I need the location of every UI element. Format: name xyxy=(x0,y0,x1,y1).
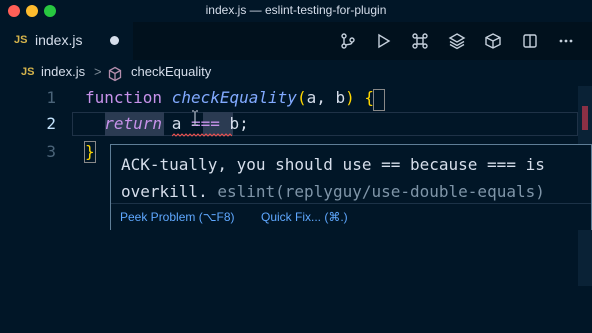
layers-icon[interactable] xyxy=(447,31,467,51)
js-file-icon: JS xyxy=(21,66,35,78)
window-title: index.js — eslint-testing-for-plugin xyxy=(205,3,387,17)
box-icon[interactable] xyxy=(483,31,503,51)
function-name: checkEquality xyxy=(171,88,297,107)
quick-fix-link[interactable]: Quick Fix... (⌘.) xyxy=(261,210,348,224)
source-control-icon[interactable] xyxy=(338,31,358,51)
code-line: function checkEquality(a, b) { xyxy=(85,86,374,110)
operand-a: a xyxy=(171,114,182,133)
bracket-match-box xyxy=(373,89,385,111)
title-bar: index.js — eslint-testing-for-plugin xyxy=(0,0,592,22)
peek-problem-link[interactable]: Peek Problem (⌥F8) xyxy=(120,210,235,224)
hover-action-bar: Peek Problem (⌥F8) Quick Fix... (⌘.) xyxy=(111,203,591,230)
keyword-function: function xyxy=(85,88,163,107)
breadcrumb: JS index.js > checkEquality xyxy=(0,60,592,86)
params: a, b xyxy=(306,88,346,107)
scrollbar-error-marker xyxy=(582,106,588,130)
unsaved-dot-icon[interactable] xyxy=(110,36,119,45)
breadcrumb-symbol[interactable]: checkEquality xyxy=(131,64,211,79)
split-editor-icon[interactable] xyxy=(520,31,540,51)
tab-bar: JS index.js xyxy=(0,22,592,60)
run-icon[interactable] xyxy=(373,31,393,51)
keyword-return: return xyxy=(104,114,163,133)
error-squiggle xyxy=(172,133,232,137)
line-number: 2 xyxy=(46,114,56,133)
tab-index-js[interactable]: JS index.js xyxy=(0,22,133,60)
breadcrumb-separator: > xyxy=(94,64,102,79)
js-file-icon: JS xyxy=(14,34,28,46)
bracket-match-box xyxy=(84,141,96,163)
close-paren: ) xyxy=(345,88,355,107)
hover-message: ACK-tually, you should use == because ==… xyxy=(121,151,591,205)
hover-rule-id[interactable]: eslint(replyguy/use-double-equals) xyxy=(217,182,545,201)
hover-message-line2: overkill. xyxy=(121,182,208,201)
hover-message-line1: ACK-tually, you should use == because ==… xyxy=(121,155,545,174)
tab-label: index.js xyxy=(35,32,83,48)
open-paren: ( xyxy=(296,88,307,107)
command-icon[interactable] xyxy=(410,31,430,51)
text-cursor-icon xyxy=(192,110,198,126)
line-number: 3 xyxy=(46,142,56,161)
more-icon[interactable] xyxy=(556,31,576,51)
breadcrumb-file[interactable]: index.js xyxy=(41,64,85,79)
operand-b: b xyxy=(229,114,240,133)
problem-hover-widget: ACK-tually, you should use == because ==… xyxy=(110,144,592,230)
line-number: 1 xyxy=(46,88,56,107)
method-cube-icon xyxy=(107,66,123,87)
semicolon: ; xyxy=(239,114,249,133)
